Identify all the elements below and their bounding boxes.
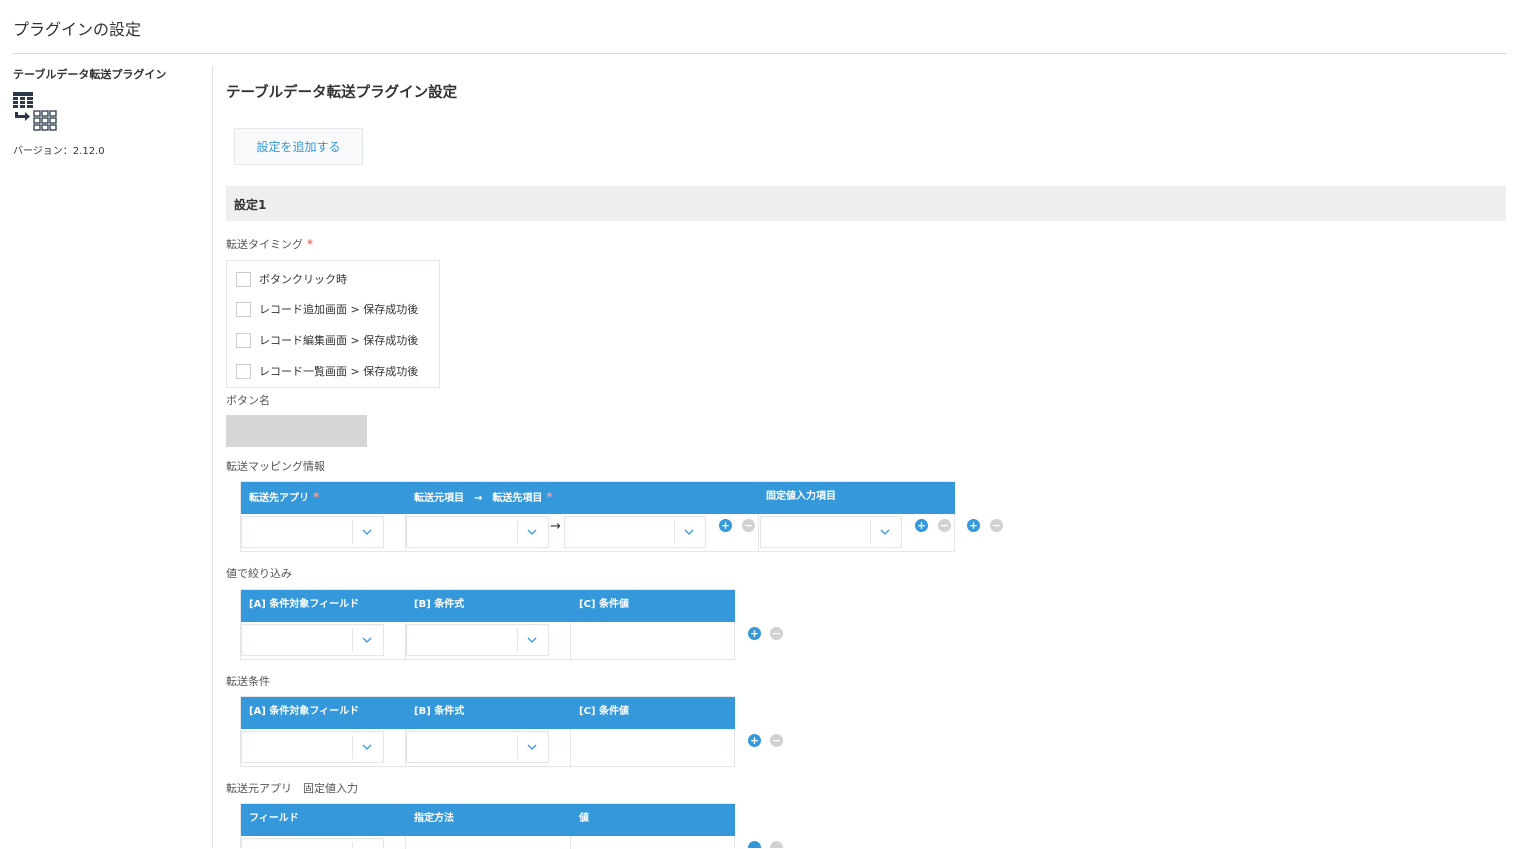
button-name-input[interactable] [226, 415, 367, 447]
plus-circle-icon[interactable]: + [748, 734, 761, 747]
fixed-value-select[interactable] [760, 516, 902, 548]
mapping-label: 転送マッピング情報 [226, 460, 325, 473]
timing-option-record-edit[interactable]: レコード編集画面 > 保存成功後 [236, 331, 418, 349]
src-field-select[interactable] [406, 516, 549, 548]
col-condition-value: [C] 条件値 [579, 706, 629, 717]
chevron-down-icon [362, 529, 372, 535]
col-condition-value: [C] 条件値 [579, 599, 629, 610]
plugin-version: バージョン：2.12.0 [13, 146, 105, 157]
dest-field-select[interactable] [564, 516, 706, 548]
col-condition-field: [A] 条件対象フィールド [249, 599, 360, 610]
required-mark: * [307, 237, 313, 251]
minus-circle-icon[interactable]: − [770, 627, 783, 640]
col-value: 値 [579, 813, 589, 824]
checkbox[interactable] [236, 363, 251, 379]
add-setting-button[interactable]: 設定を追加する [234, 128, 363, 165]
mapping-arrow: → [550, 519, 561, 534]
column-divider [570, 729, 571, 767]
checkbox[interactable] [236, 271, 251, 287]
chevron-down-icon [527, 744, 537, 750]
chevron-down-icon [362, 744, 372, 750]
col-src-dest-field: 転送元項目 → 転送先項目 * [414, 490, 553, 504]
plugin-name: テーブルデータ転送プラグイン [13, 68, 167, 81]
section-header: 設定1 [226, 186, 1506, 221]
col-fixed-value: 固定値入力項目 [766, 491, 836, 502]
col-condition-expr: [B] 条件式 [414, 706, 465, 717]
transfer-timing-label: 転送タイミング * [226, 237, 313, 251]
filter-expr-select[interactable] [406, 624, 549, 656]
dest-app-select[interactable] [241, 516, 384, 548]
transfer-condition-label: 転送条件 [226, 675, 270, 688]
section-title: 設定1 [234, 198, 267, 212]
chevron-down-icon [684, 529, 694, 535]
value-filter-label: 値で絞り込み [226, 567, 292, 580]
value-filter-header: [A] 条件対象フィールド [B] 条件式 [C] 条件値 [241, 590, 735, 622]
col-dest-app: 転送先アプリ * [249, 490, 320, 504]
page-title: プラグインの設定 [13, 20, 142, 39]
plus-circle-icon[interactable] [748, 841, 761, 848]
transfer-timing-options: ボタンクリック時 レコード追加画面 > 保存成功後 レコード編集画面 > 保存成… [226, 260, 440, 388]
checkbox[interactable] [236, 332, 251, 348]
chevron-down-icon [527, 529, 537, 535]
minus-circle-icon[interactable]: − [770, 734, 783, 747]
timing-option-button-click[interactable]: ボタンクリック時 [236, 270, 347, 288]
plugin-sidebar: テーブルデータ転送プラグイン バージョン：2.12.0 [13, 66, 212, 157]
plus-circle-icon[interactable]: + [748, 627, 761, 640]
table-transfer-icon [13, 92, 57, 131]
transfer-condition-header: [A] 条件対象フィールド [B] 条件式 [C] 条件値 [241, 697, 735, 729]
column-divider [570, 622, 571, 660]
col-method: 指定方法 [414, 813, 454, 824]
chevron-down-icon [880, 529, 890, 535]
col-condition-expr: [B] 条件式 [414, 599, 465, 610]
source-fixed-label: 転送元アプリ 固定値入力 [226, 782, 358, 795]
button-name-label: ボタン名 [226, 394, 270, 407]
timing-option-record-add[interactable]: レコード追加画面 > 保存成功後 [236, 300, 418, 318]
plus-circle-icon[interactable]: + [915, 519, 928, 532]
condition-field-select[interactable] [241, 731, 384, 763]
minus-circle-icon[interactable] [770, 841, 783, 848]
col-condition-field: [A] 条件対象フィールド [249, 706, 360, 717]
chevron-down-icon [527, 637, 537, 643]
plus-circle-icon[interactable]: + [719, 519, 732, 532]
timing-option-record-list[interactable]: レコード一覧画面 > 保存成功後 [236, 362, 418, 380]
sidebar-divider [212, 66, 213, 848]
filter-field-select[interactable] [241, 624, 384, 656]
condition-expr-select[interactable] [406, 731, 549, 763]
mapping-table-header: 転送先アプリ * 転送元項目 → 転送先項目 * 固定値入力項目 [241, 482, 955, 514]
minus-circle-icon[interactable]: − [938, 519, 951, 532]
plus-circle-icon[interactable]: + [967, 519, 980, 532]
settings-title: テーブルデータ転送プラグイン設定 [226, 85, 458, 101]
minus-circle-icon[interactable]: − [990, 519, 1003, 532]
checkbox[interactable] [236, 301, 251, 317]
column-divider [570, 836, 571, 849]
header-divider [13, 53, 1506, 54]
col-field: フィールド [249, 813, 299, 824]
fixed-field-select[interactable] [241, 838, 384, 848]
source-fixed-header: フィールド 指定方法 値 [241, 804, 735, 836]
column-divider [405, 836, 406, 849]
minus-circle-icon[interactable]: − [742, 519, 755, 532]
column-divider [758, 514, 759, 552]
chevron-down-icon [362, 637, 372, 643]
